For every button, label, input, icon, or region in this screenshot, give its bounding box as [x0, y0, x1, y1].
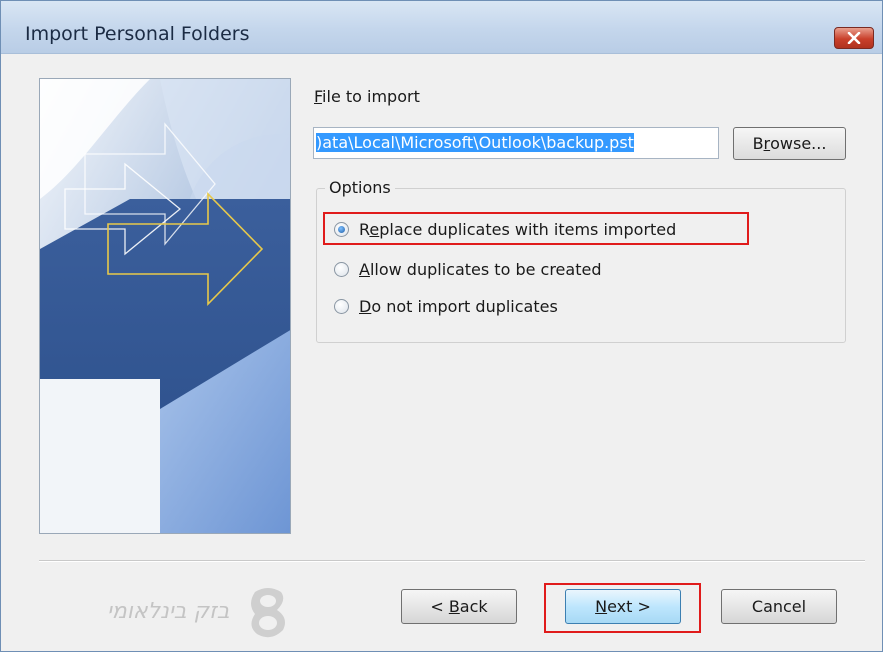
close-icon: [847, 32, 861, 44]
file-path-input[interactable]: )ata\Local\Microsoft\Outlook\backup.pst: [313, 127, 719, 159]
options-group-label: Options: [325, 178, 395, 197]
file-path-value: )ata\Local\Microsoft\Outlook\backup.pst: [316, 133, 634, 152]
radio-unselected-icon[interactable]: [334, 299, 349, 314]
bezeq-logo-icon: [251, 588, 285, 638]
watermark-text: בזק בינלאומי: [107, 599, 230, 624]
cancel-button[interactable]: Cancel: [721, 589, 837, 624]
title-bar[interactable]: Import Personal Folders: [1, 1, 882, 54]
back-button[interactable]: < Back: [401, 589, 517, 624]
import-dialog: Import Personal Folders File to import)…: [0, 0, 883, 652]
replace-duplicates-highlight: [323, 212, 749, 245]
window-title: Import Personal Folders: [25, 23, 250, 45]
close-button[interactable]: [834, 27, 874, 49]
file-to-import-label: File to import: [314, 87, 420, 106]
footer-divider: [39, 560, 865, 562]
browse-button[interactable]: Br owse...: [733, 127, 846, 160]
radio-do-not-import-duplicates[interactable]: Do not import duplicates: [334, 297, 558, 316]
radio-unselected-icon[interactable]: [334, 262, 349, 277]
radio-allow-duplicates[interactable]: Allow duplicates to be created: [334, 260, 601, 279]
next-button-highlight: [544, 583, 701, 633]
radio-label: Allow duplicates to be created: [359, 260, 602, 279]
wizard-banner-image: [39, 78, 291, 534]
radio-label: Do not import duplicates: [359, 297, 558, 316]
